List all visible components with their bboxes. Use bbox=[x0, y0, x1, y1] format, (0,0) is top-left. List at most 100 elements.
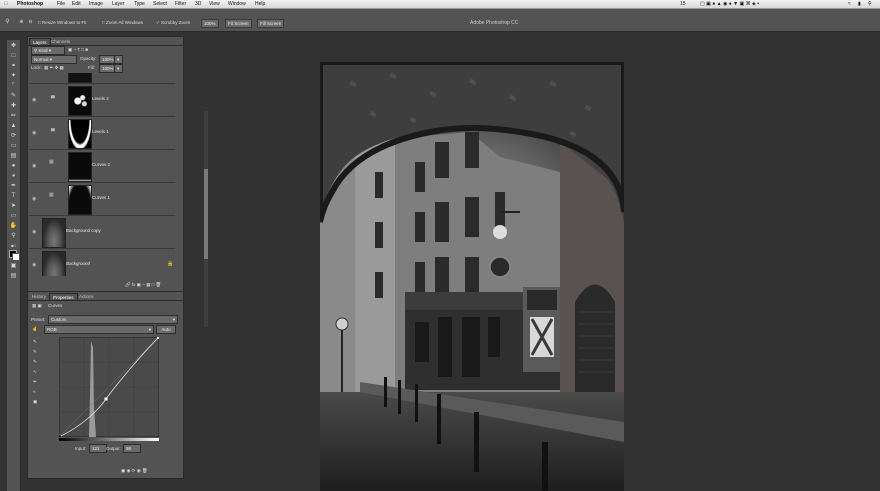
move-tool-icon[interactable]: ✥ bbox=[9, 42, 18, 50]
zoom-tool-side-icon[interactable]: ⚲ bbox=[9, 232, 18, 240]
layers-scrollbar[interactable] bbox=[204, 111, 208, 327]
menu-file[interactable]: File bbox=[57, 1, 65, 7]
status-icons[interactable]: ▢ ▣ ● ▲ ◉ ● ▼ ▣ ⌘ ◈ • bbox=[700, 1, 759, 7]
default-colors-icon[interactable]: ■□ bbox=[9, 242, 18, 250]
layer-row-curves-1[interactable]: ◉ ▦ Curves 1 bbox=[29, 183, 175, 216]
curve-tools-icons[interactable]: ✎ ✎ ✎ ∿ ✏ ≈ ▣ bbox=[33, 337, 37, 407]
gradient-tool-icon[interactable]: ▤ bbox=[9, 152, 18, 160]
marquee-tool-icon[interactable]: □ bbox=[9, 52, 18, 60]
blend-mode-select[interactable]: Normal ▾ bbox=[31, 55, 77, 64]
layer-filter-kind-select[interactable]: ⚲ Kind ▾ bbox=[31, 46, 65, 55]
menu-image[interactable]: Image bbox=[89, 1, 103, 7]
properties-footer-icons[interactable]: ▣ ◉ ⟳ ◉ 🗑 bbox=[121, 467, 148, 474]
tab-history[interactable]: History bbox=[29, 293, 49, 300]
layer-name: Curves 2 bbox=[92, 162, 111, 167]
visibility-eye-icon[interactable]: ◉ bbox=[32, 130, 36, 136]
white-point-handle[interactable] bbox=[157, 337, 159, 339]
menu-edit[interactable]: Edit bbox=[72, 1, 81, 7]
layer-row-levels-2[interactable]: ◉ ▗▖ Levels 2 bbox=[29, 84, 175, 117]
stamp-tool-icon[interactable]: ▲ bbox=[9, 122, 18, 130]
wifi-icon[interactable]: ≈ bbox=[848, 1, 851, 7]
path-select-tool-icon[interactable]: ➤ bbox=[9, 202, 18, 210]
chevron-down-icon: ▾ bbox=[148, 327, 151, 332]
fit-screen-button[interactable]: Fit Screen bbox=[225, 19, 252, 28]
shape-tool-icon[interactable]: ▭ bbox=[9, 212, 18, 220]
scrubby-zoom-checkbox[interactable]: ✓ Scrubby Zoom bbox=[156, 19, 190, 26]
layer-photo-thumbnail bbox=[42, 218, 66, 248]
visibility-eye-icon[interactable]: ◉ bbox=[32, 163, 36, 169]
layer-row-background-copy[interactable]: ◉ Background copy bbox=[29, 216, 175, 249]
visibility-eye-icon[interactable]: ◉ bbox=[32, 97, 36, 103]
fill-screen-button[interactable]: Fill Screen bbox=[257, 19, 285, 28]
zoom-tool-icon[interactable]: ⚲ bbox=[3, 18, 12, 26]
auto-button[interactable]: Auto bbox=[156, 325, 176, 334]
crop-tool-icon[interactable]: ⌜ bbox=[9, 82, 18, 90]
menu-view[interactable]: View bbox=[209, 1, 220, 7]
pen-tool-icon[interactable]: ✒ bbox=[9, 182, 18, 190]
menu-help[interactable]: Help bbox=[255, 1, 265, 7]
healing-tool-icon[interactable]: ✚ bbox=[9, 102, 18, 110]
blur-tool-icon[interactable]: ● bbox=[9, 162, 18, 170]
layer-row-curves-2[interactable]: ◉ ▦ Curves 2 bbox=[29, 150, 175, 183]
opacity-dropdown-icon[interactable]: ▾ bbox=[114, 55, 123, 64]
eraser-tool-icon[interactable]: ▭ bbox=[9, 142, 18, 150]
levels-adjustment-icon: ▗▖ bbox=[49, 93, 57, 99]
type-tool-icon[interactable]: T bbox=[9, 192, 18, 200]
visibility-eye-icon[interactable]: ◉ bbox=[32, 196, 36, 202]
eyedropper-tool-icon[interactable]: ✎ bbox=[9, 92, 18, 100]
targeted-adjustment-icon[interactable]: ☝ bbox=[32, 325, 38, 332]
zoom-all-label: Zoom All Windows bbox=[105, 20, 143, 25]
resize-windows-checkbox[interactable]: □ Resize Windows to Fit bbox=[38, 19, 86, 26]
layer-row[interactable] bbox=[29, 73, 175, 84]
curve-control-point[interactable] bbox=[104, 397, 108, 401]
zoom-out-icon[interactable]: ⊖ bbox=[26, 18, 35, 26]
menu-type[interactable]: Type bbox=[134, 1, 145, 7]
preset-select[interactable]: Custom ▾ bbox=[48, 315, 178, 324]
lasso-tool-icon[interactable]: ⚭ bbox=[9, 62, 18, 70]
tab-actions[interactable]: Actions bbox=[76, 293, 97, 300]
input-value-field[interactable]: 121 bbox=[89, 444, 107, 453]
menu-select[interactable]: Select bbox=[153, 1, 167, 7]
layer-row-background[interactable]: ◉ Background 🔒 bbox=[29, 249, 175, 276]
layers-footer-icons[interactable]: 🔗 fx ▣ ◔ ▦ □ 🗑 bbox=[125, 281, 161, 288]
layer-mask-thumbnail bbox=[68, 152, 92, 182]
visibility-eye-icon[interactable]: ◉ bbox=[32, 229, 36, 235]
menu-app-name[interactable]: Photoshop bbox=[17, 1, 43, 7]
hand-tool-icon[interactable]: ✋ bbox=[9, 222, 18, 230]
menu-layer[interactable]: Layer bbox=[112, 1, 125, 7]
fill-dropdown-icon[interactable]: ▾ bbox=[114, 64, 123, 73]
battery-icon[interactable]: ▮ bbox=[858, 1, 861, 7]
quick-mask-icon[interactable]: ▣ bbox=[9, 262, 18, 270]
output-value-field[interactable]: 98 bbox=[123, 444, 141, 453]
apple-menu-icon[interactable]:  bbox=[4, 1, 8, 7]
scrollbar-thumb[interactable] bbox=[204, 169, 208, 259]
layer-row-levels-1[interactable]: ◉ ▗▖ Levels 1 bbox=[29, 117, 175, 150]
layer-mask-thumbnail bbox=[68, 86, 92, 116]
tab-channels[interactable]: Channels bbox=[48, 38, 73, 45]
background-color-swatch[interactable] bbox=[12, 253, 20, 261]
zoom-100-button[interactable]: 100% bbox=[201, 19, 219, 28]
curves-adjustment-icon: ▦ bbox=[49, 159, 54, 165]
zoom-all-checkbox[interactable]: □ Zoom All Windows bbox=[102, 19, 143, 26]
curves-graph[interactable] bbox=[59, 337, 159, 437]
menu-window[interactable]: Window bbox=[228, 1, 246, 7]
document-canvas[interactable] bbox=[320, 62, 624, 491]
history-brush-tool-icon[interactable]: ⟳ bbox=[9, 132, 18, 140]
scrubby-zoom-label: Scrubby Zoom bbox=[161, 20, 191, 25]
filter-icons[interactable]: ▣ ◔ T □ ■ bbox=[68, 46, 88, 53]
layer-name: Levels 1 bbox=[92, 129, 109, 134]
channel-select[interactable]: RGB ▾ bbox=[44, 325, 154, 334]
layer-photo-thumbnail bbox=[42, 251, 66, 276]
menu-filter[interactable]: Filter bbox=[175, 1, 186, 7]
screen-mode-icon[interactable]: ▤ bbox=[9, 272, 18, 280]
quick-select-tool-icon[interactable]: ✦ bbox=[9, 72, 18, 80]
spotlight-icon[interactable]: ⚲ bbox=[868, 1, 872, 7]
visibility-eye-icon[interactable]: ◉ bbox=[32, 262, 36, 268]
zoom-in-icon[interactable]: ⊕ bbox=[17, 18, 26, 26]
lock-label: Lock: bbox=[31, 65, 42, 70]
menu-3d[interactable]: 3D bbox=[195, 1, 201, 7]
dodge-tool-icon[interactable]: ◕ bbox=[9, 172, 18, 180]
brush-tool-icon[interactable]: ✏ bbox=[9, 112, 18, 120]
lock-icons[interactable]: ▦ ✒ ✥ ▩ bbox=[44, 64, 64, 71]
black-point-handle[interactable] bbox=[59, 434, 62, 437]
